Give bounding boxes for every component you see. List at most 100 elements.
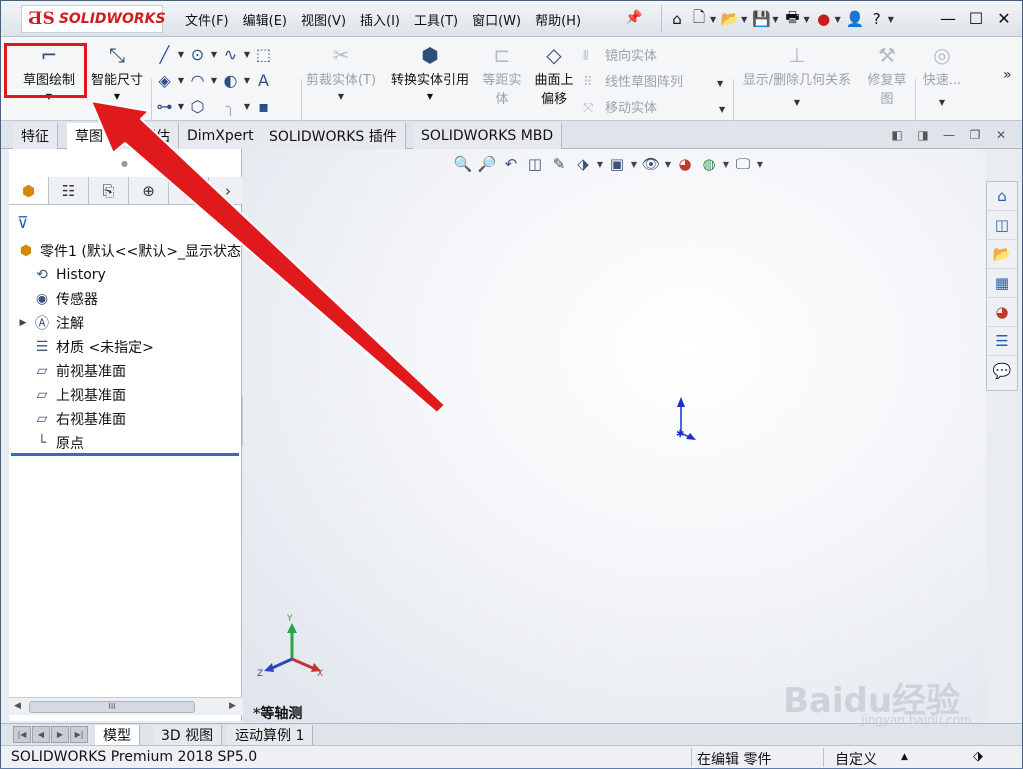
filter-icon[interactable]: ⊽: [17, 213, 29, 232]
tree-item-top-plane[interactable]: ▱ 上视基准面: [15, 383, 241, 407]
tile-left-icon[interactable]: ◧: [884, 128, 910, 142]
menu-tools[interactable]: 工具(T): [414, 10, 458, 29]
tree-item-annotations[interactable]: ▶ Ⓐ 注解: [15, 311, 241, 335]
circle-icon[interactable]: ⊙: [186, 45, 209, 64]
chevron-down-icon[interactable]: ▼: [303, 92, 379, 101]
doc-minimize-icon[interactable]: —: [936, 128, 962, 142]
menu-view[interactable]: 视图(V): [301, 10, 346, 29]
chevron-right-icon[interactable]: ›: [214, 177, 242, 204]
tab-dimxpert[interactable]: DimXpert: [179, 123, 263, 149]
display-style-icon[interactable]: ▣: [605, 155, 629, 173]
configuration-manager-icon[interactable]: ⎘: [89, 177, 129, 204]
tab-evaluate[interactable]: 评估: [119, 123, 179, 149]
scroll-right-icon[interactable]: ▶: [229, 701, 236, 711]
tab-model[interactable]: 模型: [95, 725, 140, 745]
rollback-bar[interactable]: [11, 453, 239, 456]
tree-item-front-plane[interactable]: ▱ 前视基准面: [15, 359, 241, 383]
tree-item-history[interactable]: ⟲ History: [15, 263, 241, 287]
menu-file[interactable]: 文件(F): [185, 10, 229, 29]
pin-icon[interactable]: 📌: [625, 10, 642, 26]
offset-on-surface-button[interactable]: ◇ 曲面上 偏移: [529, 41, 579, 107]
line-icon[interactable]: ╱: [153, 45, 176, 64]
plane-sketch-icon[interactable]: ⬚: [252, 45, 275, 64]
file-explorer-icon[interactable]: 📂: [987, 240, 1017, 269]
rebuild-icon[interactable]: ●: [813, 8, 835, 30]
view-palette-icon[interactable]: ▦: [987, 269, 1017, 298]
more-icon[interactable]: »: [1003, 67, 1012, 83]
menu-edit[interactable]: 编辑(E): [243, 10, 287, 29]
maximize-icon[interactable]: ☐: [962, 5, 990, 31]
tree-item-right-plane[interactable]: ▱ 右视基准面: [15, 407, 241, 431]
expand-arrow-icon[interactable]: ▶: [15, 318, 31, 328]
scene-icon[interactable]: ◍: [697, 155, 721, 173]
chevron-down-icon[interactable]: ▼: [919, 98, 965, 107]
custom-properties-icon[interactable]: ☰: [987, 327, 1017, 356]
tree-item-origin[interactable]: └ 原点: [15, 431, 241, 455]
design-library-icon[interactable]: ◫: [987, 211, 1017, 240]
dimxpert-manager-icon[interactable]: ⊕: [129, 177, 169, 204]
solidworks-forum-icon[interactable]: 💬: [987, 356, 1017, 385]
convert-entities-button[interactable]: ⬢ 转换实体引用 ▼: [385, 41, 475, 101]
previous-view-icon[interactable]: ↶: [499, 155, 523, 173]
display-relations-button[interactable]: ⊥ 显示/删除几何关系 ▼: [737, 41, 857, 107]
first-tab-icon[interactable]: |◀: [13, 726, 31, 743]
arc-icon[interactable]: ◠: [186, 71, 209, 90]
dynamic-annotation-icon[interactable]: ✎: [547, 155, 571, 173]
tree-root-part[interactable]: ⬢ 零件1 (默认<<默认>_显示状态: [15, 239, 241, 263]
trim-button[interactable]: ✂ 剪裁实体(T) ▼: [303, 41, 379, 101]
chevron-down-icon[interactable]: ▼: [717, 79, 723, 88]
chevron-down-icon[interactable]: ▼: [719, 105, 725, 114]
display-manager-icon[interactable]: ◕: [169, 177, 209, 204]
view-orientation-icon[interactable]: ⬗: [571, 155, 595, 173]
tree-item-sensors[interactable]: ◉ 传感器: [15, 287, 241, 311]
view-settings-icon[interactable]: 🖵: [731, 155, 755, 173]
panel-grip-icon[interactable]: ●: [121, 159, 128, 168]
tag-icon[interactable]: ⬗: [973, 749, 983, 764]
property-manager-icon[interactable]: ☷: [49, 177, 89, 204]
tree-item-material[interactable]: ☰ 材质 <未指定>: [15, 335, 241, 359]
zoom-to-fit-icon[interactable]: 🔍: [451, 155, 475, 173]
rapid-sketch-button[interactable]: ◎ 快速... ▼: [919, 41, 965, 107]
home-icon[interactable]: ⌂: [666, 8, 688, 30]
tab-3d-view[interactable]: 3D 视图: [153, 725, 223, 745]
ellipse-icon[interactable]: ◐: [219, 71, 242, 90]
graphics-area[interactable]: 🔍 🔎 ↶ ◫ ✎ ⬗ ▼ ▣ ▼ 👁 ▼ ◕ ◍ ▼ 🖵 ▼ ✱ Y X Z …: [243, 149, 986, 723]
repair-sketch-button[interactable]: ⚒ 修复草 图: [863, 41, 911, 107]
offset-entities-button[interactable]: ⊏ 等距实 体: [479, 41, 525, 107]
menu-insert[interactable]: 插入(I): [360, 10, 400, 29]
save-icon[interactable]: 💾: [750, 8, 772, 30]
polygon-icon[interactable]: ⬡: [186, 97, 209, 116]
tile-right-icon[interactable]: ◨: [910, 128, 936, 142]
chevron-down-icon[interactable]: ▼: [87, 92, 147, 101]
slot-icon[interactable]: ⊶: [153, 97, 176, 116]
text-icon[interactable]: A: [252, 71, 275, 90]
mirror-entities-button[interactable]: ⫴ 镜向实体: [583, 45, 657, 64]
doc-close-icon[interactable]: ✕: [988, 128, 1014, 142]
move-entities-button[interactable]: ⤧ 移动实体 ▼: [583, 97, 725, 116]
fillet-icon[interactable]: ╮: [219, 97, 242, 116]
tab-mbd[interactable]: SOLIDWORKS MBD: [413, 123, 563, 149]
edit-appearance-icon[interactable]: ◕: [673, 155, 697, 173]
feature-manager-icon[interactable]: ⬢: [9, 177, 49, 204]
tab-addins[interactable]: SOLIDWORKS 插件: [261, 123, 406, 149]
point-icon[interactable]: ▪: [252, 97, 275, 116]
spline-icon[interactable]: ∿: [219, 45, 242, 64]
units-custom[interactable]: 自定义: [835, 749, 877, 769]
menu-help[interactable]: 帮助(H): [535, 10, 581, 29]
close-icon[interactable]: ✕: [990, 5, 1018, 31]
scrollbar-thumb[interactable]: III: [29, 701, 195, 713]
tab-sketch[interactable]: 草图: [67, 123, 119, 149]
chevron-down-icon[interactable]: ▼: [385, 92, 475, 101]
next-tab-icon[interactable]: ▶: [51, 726, 69, 743]
appearances-icon[interactable]: ◕: [987, 298, 1017, 327]
minimize-icon[interactable]: —: [934, 5, 962, 31]
user-icon[interactable]: 👤: [844, 8, 866, 30]
hide-show-icon[interactable]: 👁: [639, 155, 663, 173]
horizontal-scrollbar[interactable]: ◀ III ▶: [9, 697, 242, 715]
section-view-icon[interactable]: ◫: [523, 155, 547, 173]
rectangle-icon[interactable]: ◈: [153, 71, 176, 90]
last-tab-icon[interactable]: ▶|: [70, 726, 88, 743]
scroll-left-icon[interactable]: ◀: [14, 701, 21, 711]
tab-motion-study[interactable]: 运动算例 1: [227, 725, 314, 745]
doc-restore-icon[interactable]: ❐: [962, 128, 988, 142]
